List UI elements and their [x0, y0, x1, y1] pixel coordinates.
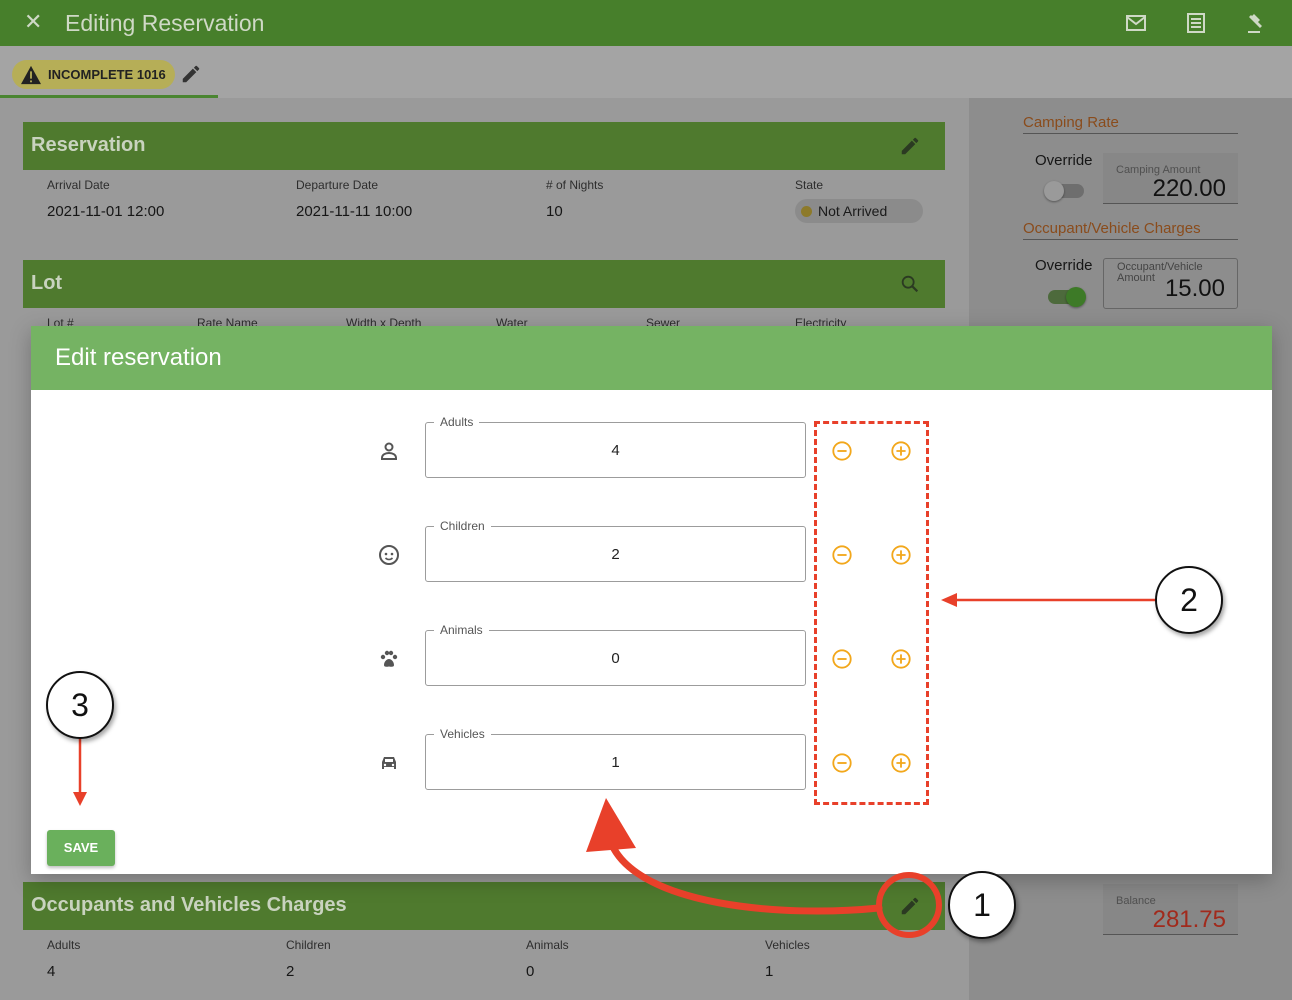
- vehicles-field-value: 1: [611, 754, 620, 771]
- vehicles-field[interactable]: Vehicles 1: [425, 727, 806, 790]
- car-icon: [382, 757, 396, 769]
- children-field-label: Children: [434, 519, 491, 533]
- occupants-children-label: Children: [286, 938, 331, 952]
- occupants-card-title: Occupants and Vehicles Charges: [31, 894, 347, 916]
- person-icon: [381, 442, 397, 460]
- warning-icon: [21, 65, 41, 84]
- departure-date-value: 2021-11-11 10:00: [296, 203, 413, 220]
- nights-value: 10: [546, 203, 563, 220]
- reservation-card-title: Reservation: [31, 134, 146, 156]
- occupant-amount-field[interactable]: Occupant/Vehicle Amount 15.00: [1103, 258, 1238, 309]
- search-icon[interactable]: [899, 273, 921, 295]
- adults-field[interactable]: Adults 4: [425, 415, 806, 478]
- paw-icon: [380, 650, 398, 667]
- gavel-icon[interactable]: [1243, 11, 1267, 35]
- vehicles-field-label: Vehicles: [434, 727, 491, 741]
- occupant-amount-value: 15.00: [1164, 275, 1225, 302]
- edit-reservation-dialog: Edit reservation Adults 4 Children 2 Ani…: [31, 326, 1272, 874]
- pencil-icon[interactable]: [899, 895, 921, 917]
- dialog-header: Edit reservation: [31, 326, 1272, 390]
- occupants-adults-label: Adults: [47, 938, 81, 952]
- app-bar: ✕ Editing Reservation: [0, 0, 1292, 46]
- reservation-card-header: Reservation: [23, 122, 945, 170]
- override-label: Override: [1035, 152, 1093, 169]
- arrival-date-value: 2021-11-01 12:00: [47, 203, 165, 220]
- status-chip[interactable]: INCOMPLETE 1016: [12, 60, 175, 89]
- save-button[interactable]: SAVE: [47, 830, 115, 866]
- animals-field[interactable]: Animals 0: [425, 623, 806, 686]
- animals-field-value: 0: [611, 650, 620, 667]
- occupant-amount-label-2: Amount: [1117, 272, 1155, 284]
- camping-amount-field[interactable]: Camping Amount 220.00: [1103, 153, 1238, 204]
- state-value: Not Arrived: [818, 203, 888, 219]
- annotation-callout-1: 1: [948, 871, 1016, 939]
- balance-field: Balance 281.75: [1103, 884, 1238, 935]
- dialog-title: Edit reservation: [55, 344, 222, 371]
- override-label-2: Override: [1035, 257, 1093, 274]
- balance-label: Balance: [1116, 895, 1156, 907]
- lot-card-header: Lot: [23, 260, 945, 308]
- nights-label: # of Nights: [546, 178, 604, 192]
- occupant-charges-heading: Occupant/Vehicle Charges: [1023, 220, 1238, 240]
- annotation-callout-2: 2: [1155, 566, 1223, 634]
- occupants-adults-value: 4: [47, 963, 56, 980]
- occupants-animals-label: Animals: [526, 938, 569, 952]
- tab-indicator: [0, 95, 218, 98]
- state-badge: Not Arrived: [795, 199, 923, 223]
- occupants-children-value: 2: [286, 963, 295, 980]
- mail-icon[interactable]: [1124, 11, 1148, 35]
- override-toggle-thumb[interactable]: [1044, 181, 1064, 201]
- pencil-icon[interactable]: [180, 63, 202, 85]
- close-icon[interactable]: ✕: [24, 9, 42, 35]
- camping-rate-heading: Camping Rate: [1023, 114, 1238, 134]
- child-face-icon: [379, 545, 399, 565]
- lot-card-title: Lot: [31, 272, 63, 294]
- balance-value: 281.75: [1152, 906, 1226, 933]
- status-chip-label: INCOMPLETE 1016: [48, 67, 166, 82]
- adults-field-value: 4: [611, 442, 620, 459]
- camping-amount-value: 220.00: [1152, 175, 1226, 202]
- occupants-animals-value: 0: [526, 963, 535, 980]
- pencil-icon[interactable]: [899, 135, 921, 157]
- children-field-value: 2: [611, 546, 620, 563]
- override-toggle-thumb-on[interactable]: [1066, 287, 1086, 307]
- occupants-card-header: Occupants and Vehicles Charges: [23, 882, 945, 930]
- state-dot-icon: [801, 206, 812, 217]
- annotation-callout-3: 3: [46, 671, 114, 739]
- page-title: Editing Reservation: [65, 10, 265, 36]
- children-field[interactable]: Children 2: [425, 519, 806, 582]
- animals-field-label: Animals: [434, 623, 489, 637]
- departure-date-label: Departure Date: [296, 178, 379, 192]
- arrival-date-label: Arrival Date: [47, 178, 110, 192]
- occupants-vehicles-label: Vehicles: [765, 938, 810, 952]
- adults-field-label: Adults: [434, 415, 480, 429]
- receipt-icon[interactable]: [1184, 11, 1208, 35]
- stepper-highlight-box: [814, 421, 929, 805]
- occupants-vehicles-value: 1: [765, 963, 774, 980]
- state-label: State: [795, 178, 824, 192]
